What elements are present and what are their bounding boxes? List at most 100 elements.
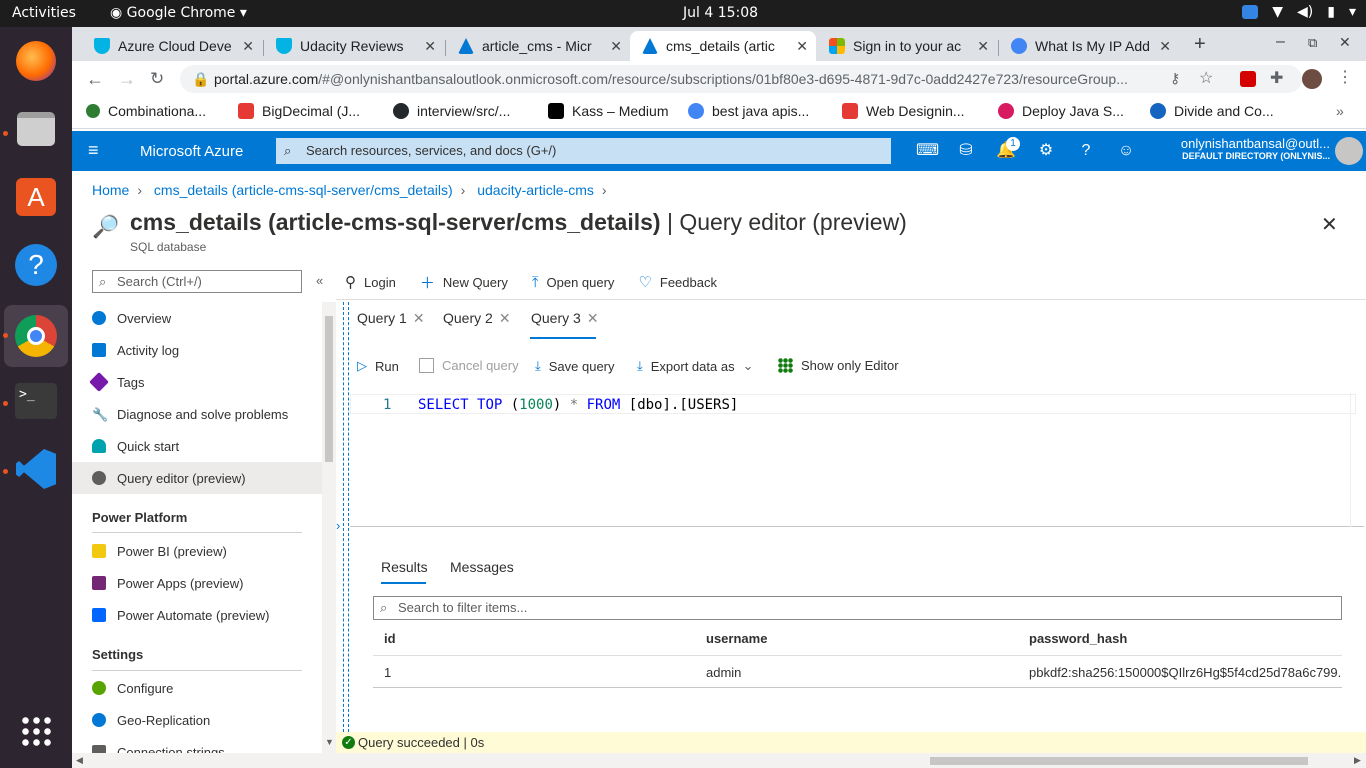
breadcrumb-database[interactable]: cms_details (article-cms-sql-server/cms_… xyxy=(154,182,453,198)
restore-button[interactable]: ⧉ xyxy=(1308,35,1317,51)
sql-code[interactable]: SELECT TOP (1000) * FROM [dbo].[USERS] xyxy=(418,397,738,413)
browser-tab[interactable]: Sign in to your ac ✕ xyxy=(817,31,997,61)
table-cell[interactable]: 1 xyxy=(384,665,391,680)
cloud-shell-icon[interactable]: ⌨ xyxy=(916,141,939,161)
activities-button[interactable]: Activities xyxy=(12,5,76,21)
splitter[interactable] xyxy=(343,302,349,732)
bookmark[interactable]: Divide and Co... xyxy=(1150,103,1274,119)
key-icon[interactable]: ⚷ xyxy=(1170,70,1180,87)
scrollbar-thumb[interactable] xyxy=(930,757,1308,765)
bookmark[interactable]: Deploy Java S... xyxy=(998,103,1124,119)
directory-filter-icon[interactable]: ⛁ xyxy=(956,141,976,161)
show-only-editor-button[interactable]: Show only Editor xyxy=(778,358,899,373)
menu-item-diagnose[interactable]: 🔧 Diagnose and solve problems xyxy=(92,398,322,430)
table-cell[interactable]: pbkdf2:sha256:150000$QIlrz6Hg$5f4cd25d78… xyxy=(1029,665,1341,680)
menu-item-power-automate[interactable]: Power Automate (preview) xyxy=(92,599,322,631)
scroll-right-icon[interactable]: ▶ xyxy=(1354,755,1361,766)
terminal-icon[interactable]: >_ xyxy=(12,377,60,425)
star-icon[interactable]: ☆ xyxy=(1199,68,1213,88)
back-icon[interactable]: ← xyxy=(86,69,104,90)
menu-item-configure[interactable]: Configure xyxy=(92,672,322,704)
browser-tab[interactable]: Azure Cloud Deve ✕ xyxy=(82,31,262,61)
close-icon[interactable]: ✕ xyxy=(424,38,436,55)
menu-item-overview[interactable]: Overview xyxy=(92,302,322,334)
account-menu[interactable]: onlynishantbansal@outl... DEFAULT DIRECT… xyxy=(1150,136,1330,161)
page-horizontal-scrollbar[interactable]: ◀ ▶ xyxy=(72,753,1366,768)
run-button[interactable]: ▷ Run xyxy=(357,358,399,374)
smiley-icon[interactable]: ☺ xyxy=(1116,141,1136,161)
reload-icon[interactable]: ↻ xyxy=(150,69,164,89)
menu-search-input[interactable]: ⌕ Search (Ctrl+/) xyxy=(92,270,302,293)
close-icon[interactable]: ✕ xyxy=(610,38,622,55)
collapse-menu-icon[interactable]: « xyxy=(316,273,323,288)
scroll-left-icon[interactable]: ◀ xyxy=(76,755,83,766)
breadcrumb-home[interactable]: Home xyxy=(92,182,129,198)
menu-scrollbar[interactable] xyxy=(322,302,336,753)
azure-brand[interactable]: Microsoft Azure xyxy=(140,143,243,160)
hamburger-icon[interactable]: ≡ xyxy=(88,140,99,161)
bookmark[interactable]: Combinationa... xyxy=(86,103,206,119)
close-blade-button[interactable]: ✕ xyxy=(1321,212,1338,237)
forward-icon[interactable]: → xyxy=(118,69,136,90)
more-bookmarks-icon[interactable]: » xyxy=(1336,103,1344,119)
open-query-button[interactable]: ⤒ Open query xyxy=(532,274,615,291)
vscode-icon[interactable] xyxy=(12,445,60,493)
cancel-query-button[interactable]: Cancel query xyxy=(419,358,519,373)
clock[interactable]: Jul 4 15:08 xyxy=(683,5,758,21)
tab-messages[interactable]: Messages xyxy=(450,559,514,575)
global-search-input[interactable]: ⌕ Search resources, services, and docs (… xyxy=(276,138,891,164)
software-center-icon[interactable]: A xyxy=(12,173,60,221)
gear-icon[interactable]: ⚙ xyxy=(1036,141,1056,161)
menu-item-power-bi[interactable]: Power BI (preview) xyxy=(92,535,322,567)
menu-icon[interactable]: ⋮ xyxy=(1337,67,1353,87)
bookmark[interactable]: BigDecimal (J... xyxy=(238,103,360,119)
bookmark[interactable]: Kass – Medium xyxy=(548,103,668,119)
bookmark[interactable]: interview/src/... xyxy=(393,103,510,119)
close-icon[interactable]: ✕ xyxy=(499,310,511,326)
expand-icon[interactable]: › xyxy=(336,518,340,533)
close-icon[interactable]: ✕ xyxy=(796,38,808,55)
menu-item-power-apps[interactable]: Power Apps (preview) xyxy=(92,567,322,599)
help-icon[interactable]: ? xyxy=(12,241,60,289)
login-button[interactable]: ⚲ Login xyxy=(345,273,396,291)
avatar[interactable] xyxy=(1302,69,1322,89)
menu-item-connection-strings[interactable]: Connection strings xyxy=(92,736,322,753)
tab-query-3[interactable]: Query 3 ✕ xyxy=(531,310,599,327)
browser-tab[interactable]: article_cms - Micr ✕ xyxy=(446,31,630,61)
sql-editor[interactable]: 1 SELECT TOP (1000) * FROM [dbo].[USERS] xyxy=(350,393,1364,527)
save-query-button[interactable]: ⤓ Save query xyxy=(535,358,615,374)
browser-tab-active[interactable]: cms_details (artic ✕ xyxy=(630,31,816,61)
close-icon[interactable]: ✕ xyxy=(413,310,425,326)
puzzle-icon[interactable]: ✚ xyxy=(1270,68,1283,88)
menu-item-quick-start[interactable]: Quick start xyxy=(92,430,322,462)
menu-item-activity-log[interactable]: Activity log xyxy=(92,334,322,366)
chrome-icon[interactable] xyxy=(4,305,68,367)
firefox-icon[interactable] xyxy=(12,37,60,85)
column-header-username[interactable]: username xyxy=(706,631,767,646)
browser-tab[interactable]: What Is My IP Add ✕ xyxy=(999,31,1179,61)
scroll-down-icon[interactable]: ▼ xyxy=(325,737,334,747)
new-query-button[interactable]: ＋ New Query xyxy=(420,272,508,293)
url-field[interactable]: 🔒 portal.azure.com/#@onlynishantbansalout… xyxy=(180,65,1302,93)
app-grid-icon[interactable] xyxy=(12,707,60,755)
close-icon[interactable]: ✕ xyxy=(1159,38,1171,55)
scrollbar-thumb[interactable] xyxy=(325,316,333,462)
column-header-password-hash[interactable]: password_hash xyxy=(1029,631,1127,646)
menu-item-tags[interactable]: Tags xyxy=(89,366,322,398)
bookmark[interactable]: best java apis... xyxy=(688,103,809,119)
tab-query-2[interactable]: Query 2 ✕ xyxy=(443,310,511,327)
browser-tab[interactable]: Udacity Reviews ✕ xyxy=(264,31,444,61)
user-avatar[interactable] xyxy=(1335,137,1363,165)
menu-item-geo-replication[interactable]: Geo-Replication xyxy=(92,704,322,736)
tab-query-1[interactable]: Query 1 ✕ xyxy=(357,310,425,327)
bookmark[interactable]: Web Designin... xyxy=(842,103,965,119)
breadcrumb-resource-group[interactable]: udacity-article-cms xyxy=(477,182,594,198)
close-window-button[interactable]: ✕ xyxy=(1339,34,1351,51)
close-icon[interactable]: ✕ xyxy=(242,38,254,55)
results-filter-input[interactable]: ⌕ Search to filter items... xyxy=(373,596,1342,620)
menu-item-query-editor[interactable]: Query editor (preview) xyxy=(72,462,322,494)
tab-results[interactable]: Results xyxy=(381,559,428,575)
export-data-button[interactable]: ⤓ Export data as ⌄ xyxy=(637,358,753,374)
column-header-id[interactable]: id xyxy=(384,631,396,646)
help-icon[interactable]: ? xyxy=(1076,141,1096,161)
